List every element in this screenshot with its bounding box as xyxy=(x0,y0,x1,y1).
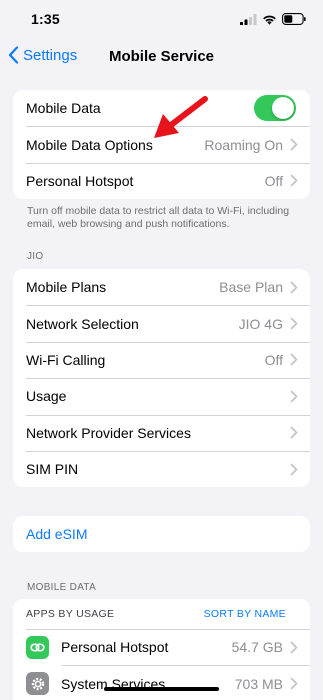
network-provider-services-row[interactable]: Network Provider Services xyxy=(13,414,310,451)
red-arrow-annotation xyxy=(154,96,208,138)
personal-hotspot-value: Off xyxy=(264,172,283,189)
add-esim-button[interactable]: Add eSIM xyxy=(13,516,310,552)
sim-pin-row[interactable]: SIM PIN xyxy=(13,450,310,487)
network-selection-row[interactable]: Network Selection JIO 4G xyxy=(13,305,310,341)
app-usage: 703 MB xyxy=(234,675,283,692)
chevron-right-icon xyxy=(290,138,298,151)
mobile-data-toggle[interactable] xyxy=(254,95,296,122)
app-row-personal-hotspot[interactable]: Personal Hotspot 54.7 GB xyxy=(13,629,310,665)
wifi-calling-value: Off xyxy=(264,351,283,368)
network-selection-label: Network Selection xyxy=(26,315,139,332)
status-icons xyxy=(240,13,306,25)
status-bar: 1:35 xyxy=(0,0,323,40)
wifi-icon xyxy=(263,15,276,25)
back-button-label: Settings xyxy=(23,46,78,64)
gear-icon xyxy=(26,672,49,696)
mobile-data-options-value: Roaming On xyxy=(204,136,283,153)
usage-label: Usage xyxy=(26,388,67,405)
back-button[interactable]: Settings xyxy=(8,46,77,64)
battery-icon xyxy=(282,13,306,25)
chevron-right-icon xyxy=(290,354,298,366)
apps-by-usage-label: APPS BY USAGE xyxy=(26,608,115,620)
app-usage: 54.7 GB xyxy=(231,639,283,656)
usage-row[interactable]: Usage xyxy=(13,378,310,414)
add-esim-label: Add eSIM xyxy=(26,526,88,543)
mobile-plans-label: Mobile Plans xyxy=(26,279,107,296)
mobile-data-section-header: MOBILE DATA xyxy=(27,582,97,593)
personal-hotspot-label: Personal Hotspot xyxy=(26,172,134,189)
app-row-system-services[interactable]: System Services 703 MB xyxy=(13,665,310,700)
chevron-right-icon xyxy=(290,426,298,439)
carrier-group: Mobile Plans Base Plan Network Selection… xyxy=(13,269,310,488)
apps-by-usage-header: APPS BY USAGE SORT BY NAME xyxy=(13,599,310,629)
sim-pin-label: SIM PIN xyxy=(26,461,79,478)
chevron-right-icon xyxy=(290,175,298,187)
chevron-left-icon xyxy=(8,46,19,64)
chevron-right-icon xyxy=(290,463,298,476)
status-time: 1:35 xyxy=(31,11,60,27)
mobile-plans-value: Base Plan xyxy=(219,279,283,296)
network-selection-value: JIO 4G xyxy=(238,315,283,332)
mobile-plans-row[interactable]: Mobile Plans Base Plan xyxy=(13,269,310,305)
carrier-section-header: JIO xyxy=(27,251,44,262)
link-icon xyxy=(26,635,49,659)
mobile-data-label: Mobile Data xyxy=(26,100,101,117)
personal-hotspot-row[interactable]: Personal Hotspot Off xyxy=(13,162,310,199)
network-provider-services-label: Network Provider Services xyxy=(26,424,191,441)
chevron-right-icon xyxy=(290,641,298,654)
toggle-knob xyxy=(272,97,294,120)
apps-usage-group: APPS BY USAGE SORT BY NAME Personal Hots… xyxy=(13,599,310,700)
signal-icon xyxy=(240,13,257,25)
app-name: Personal Hotspot xyxy=(61,639,169,656)
chevron-right-icon xyxy=(290,281,298,294)
wifi-calling-label: Wi-Fi Calling xyxy=(26,351,106,368)
mobile-data-footnote: Turn off mobile data to restrict all dat… xyxy=(27,205,290,230)
sort-by-name-button[interactable]: SORT BY NAME xyxy=(204,608,286,620)
chevron-right-icon xyxy=(290,390,298,403)
esim-group: Add eSIM xyxy=(13,516,310,553)
nav-bar: Settings Mobile Service xyxy=(0,40,323,78)
wifi-calling-row[interactable]: Wi-Fi Calling Off xyxy=(13,341,310,378)
chevron-right-icon xyxy=(290,677,298,690)
chevron-right-icon xyxy=(290,317,298,330)
home-indicator xyxy=(104,687,219,691)
